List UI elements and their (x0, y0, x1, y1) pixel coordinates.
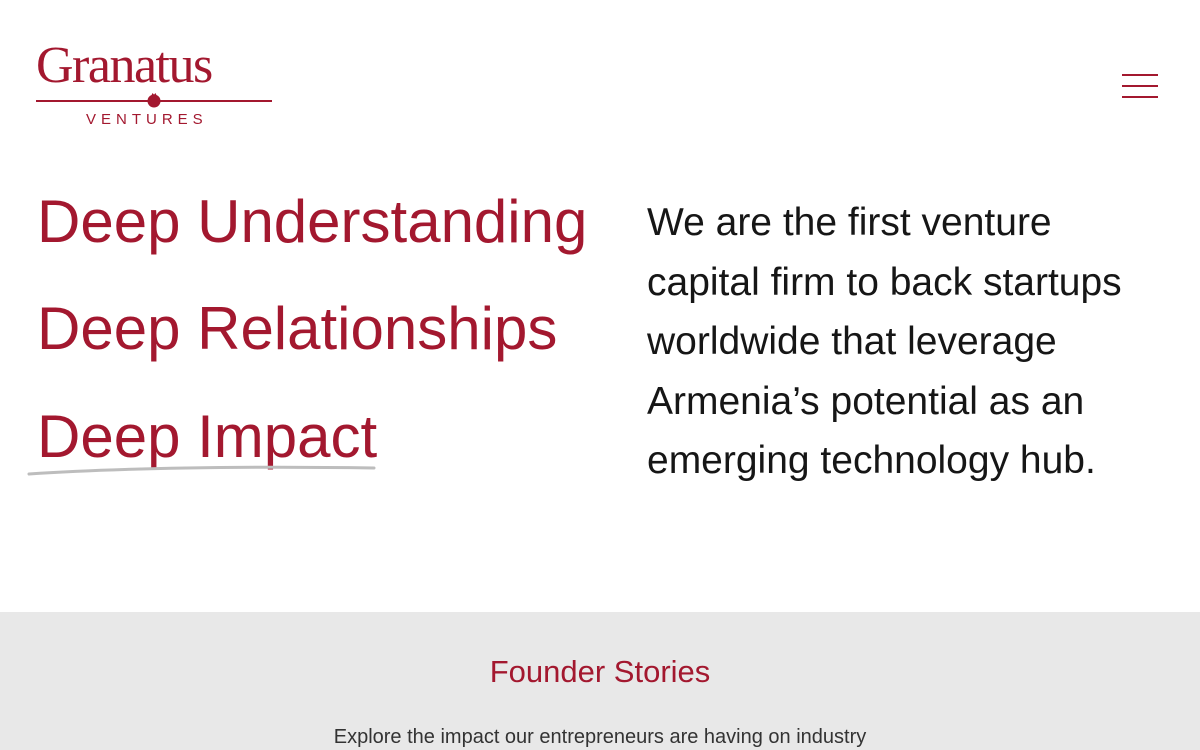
pomegranate-icon (147, 93, 161, 108)
hamburger-line (1122, 85, 1158, 87)
founder-stories-title: Founder Stories (489, 654, 711, 689)
founder-stories-section: Founder Stories Explore the impact our e… (0, 612, 1200, 750)
active-tagline-underline (27, 465, 376, 476)
founder-stories-description: Explore the impact our entrepreneurs are… (333, 726, 867, 748)
logo-subtitle: VENTURES (86, 111, 208, 128)
logo-wordmark: Granatus (36, 37, 213, 94)
menu-button[interactable] (1120, 72, 1160, 100)
granatus-logo[interactable]: Granatus VENTURES (36, 38, 276, 130)
tagline-deep-relationships[interactable]: Deep Relationships (37, 294, 557, 364)
hamburger-line (1122, 96, 1158, 98)
page: Granatus VENTURES Deep Understanding Dee… (0, 0, 1200, 750)
tagline-deep-understanding[interactable]: Deep Understanding (37, 187, 587, 257)
hero-description: We are the first venture capital firm to… (647, 201, 1122, 482)
hamburger-menu-icon (1122, 74, 1158, 76)
